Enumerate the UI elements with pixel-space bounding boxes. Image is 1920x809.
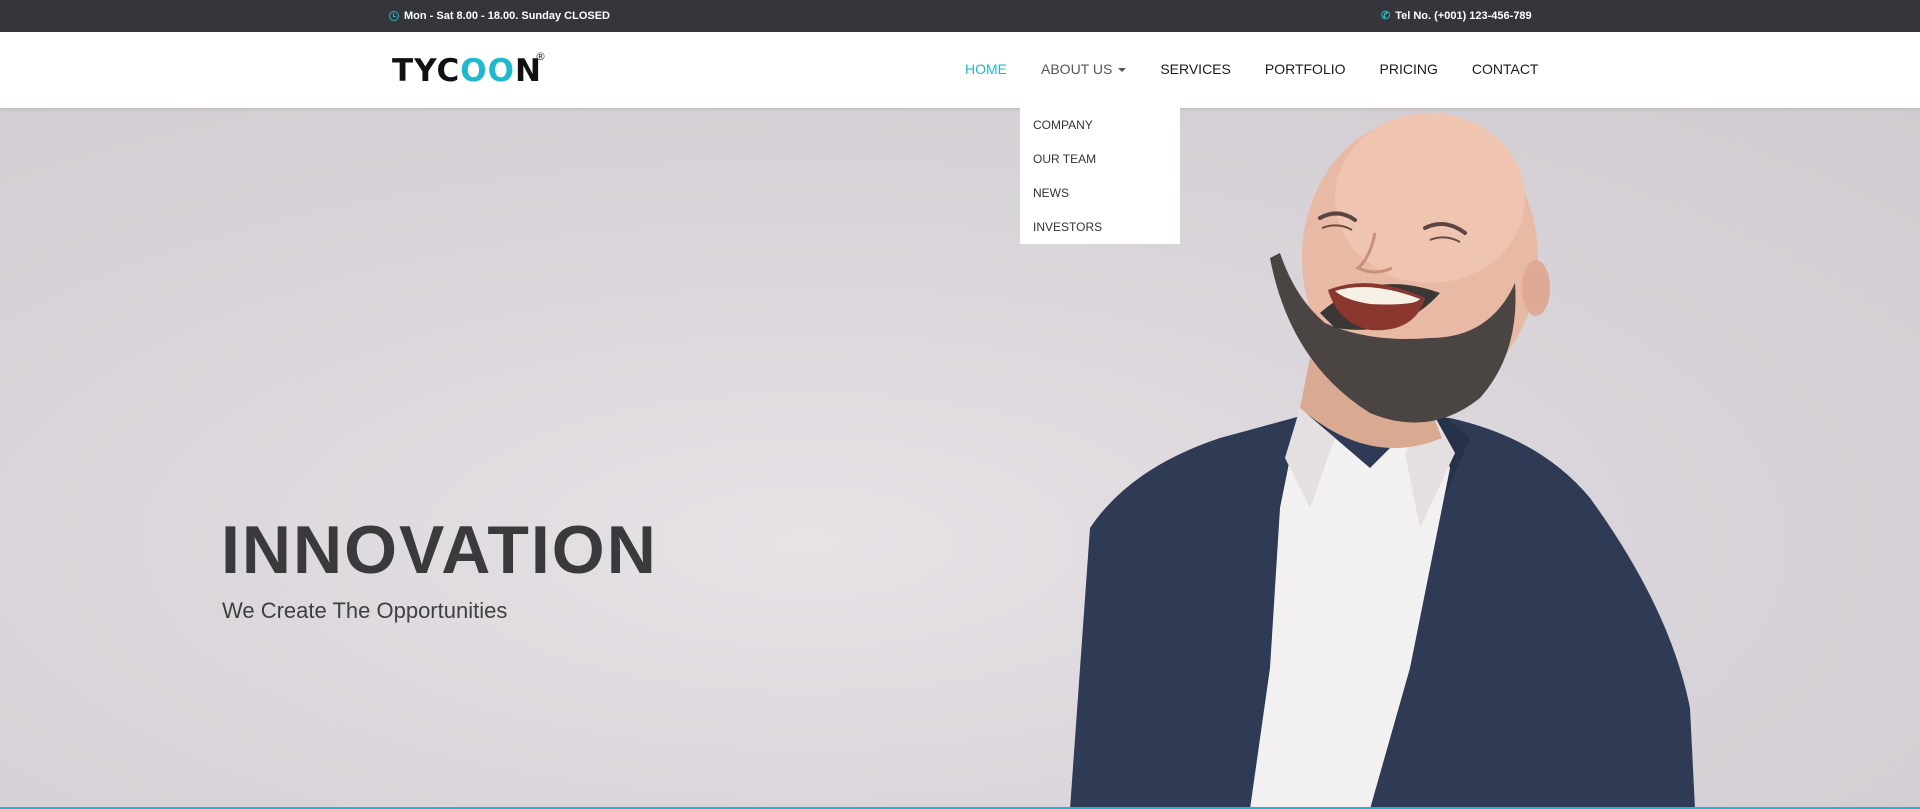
hero-subtitle: We Create The Opportunities xyxy=(222,598,508,623)
logo-text-start: TYC xyxy=(392,53,461,89)
about-us-dropdown: COMPANY OUR TEAM NEWS INVESTORS xyxy=(1020,108,1180,244)
nav-services-label: SERVICES xyxy=(1160,61,1231,77)
phone-icon: ✆ xyxy=(1381,10,1391,22)
business-hours: Mon - Sat 8.00 - 18.00. Sunday CLOSED xyxy=(389,10,610,22)
nav-contact[interactable]: CONTACT xyxy=(1472,61,1539,77)
caret-down-icon xyxy=(1118,68,1127,72)
nav-about-us[interactable]: ABOUT US xyxy=(1041,61,1127,77)
phone-info: ✆ Tel No. (+001) 123-456-789 xyxy=(1381,10,1532,22)
top-info-bar: Mon - Sat 8.00 - 18.00. Sunday CLOSED ✆ … xyxy=(0,0,1920,32)
logo-text-accent: OO xyxy=(460,53,515,89)
nav-portfolio-label: PORTFOLIO xyxy=(1264,61,1346,77)
nav-portfolio[interactable]: PORTFOLIO xyxy=(1265,61,1346,77)
nav-services[interactable]: SERVICES xyxy=(1160,61,1231,77)
hero-title: INNOVATION xyxy=(221,512,658,588)
phone-text: Tel No. (+001) 123-456-789 xyxy=(1395,10,1532,22)
dropdown-item-our-team[interactable]: OUR TEAM xyxy=(1020,151,1180,185)
nav-home[interactable]: HOME xyxy=(965,61,1007,77)
main-navbar: TYCOON ® HOME ABOUT US SERVICES PORTFOLI… xyxy=(0,32,1920,108)
nav-contact-label: CONTACT xyxy=(1471,61,1539,77)
hero-banner: INNOVATION We Create The Opportunities xyxy=(0,108,1920,809)
nav-home-label: HOME xyxy=(965,61,1007,77)
nav-pricing[interactable]: PRICING xyxy=(1380,61,1438,77)
site-logo[interactable]: TYCOON ® xyxy=(392,51,546,89)
business-hours-text: Mon - Sat 8.00 - 18.00. Sunday CLOSED xyxy=(404,10,610,22)
dropdown-item-news[interactable]: NEWS xyxy=(1020,185,1180,219)
primary-nav: HOME ABOUT US SERVICES PORTFOLIO PRICING… xyxy=(965,61,1572,77)
nav-about-us-label: ABOUT US xyxy=(1041,61,1113,77)
nav-pricing-label: PRICING xyxy=(1379,61,1438,77)
dropdown-item-company[interactable]: COMPANY xyxy=(1020,117,1180,151)
clock-icon xyxy=(389,11,399,21)
dropdown-item-investors[interactable]: INVESTORS xyxy=(1020,219,1180,253)
registered-mark: ® xyxy=(535,50,546,63)
